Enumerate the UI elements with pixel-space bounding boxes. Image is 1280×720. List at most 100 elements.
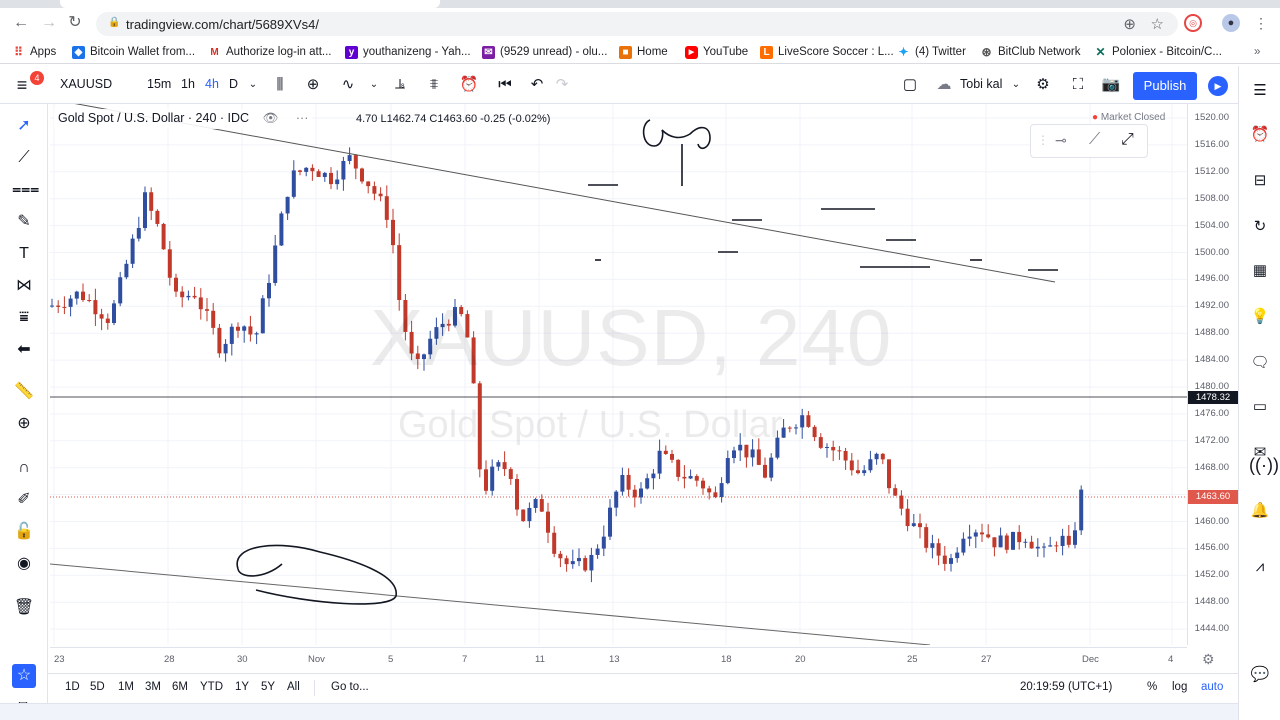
chevron-down-icon[interactable]: ⌄ — [364, 75, 384, 95]
range-5y[interactable]: 5Y — [261, 681, 275, 693]
bookmark-star-icon[interactable]: ☆ — [1151, 15, 1164, 33]
range-6m[interactable]: 6M — [172, 681, 188, 693]
bookmark-home[interactable]: ■ Home — [619, 44, 668, 60]
candles-icon[interactable]: ⫼ — [270, 75, 290, 95]
templates-icon[interactable]: ⩨ — [424, 75, 444, 95]
financials-icon[interactable]: ⫡ — [390, 75, 410, 95]
interval-d[interactable]: D — [229, 77, 238, 91]
address-bar[interactable]: 🔒 tradingview.com/chart/5689XVs4/ ⊕ ☆ — [96, 12, 1178, 36]
calendar-icon[interactable]: ▦ — [1249, 260, 1271, 282]
drag-handle-icon[interactable]: ⋮ — [1037, 133, 1049, 147]
compare-plus-icon[interactable]: ⊕ — [303, 75, 323, 95]
legend-title[interactable]: Gold Spot / U.S. Dollar · 240 · IDC — [58, 111, 249, 125]
active-tab[interactable] — [60, 0, 440, 8]
chart-settings-gear-icon[interactable]: ⚙ — [1202, 651, 1215, 668]
forward-icon[interactable]: → — [40, 14, 58, 32]
ruler-icon[interactable]: 📏 — [12, 380, 36, 404]
cursor-icon[interactable]: ➚ — [12, 114, 36, 138]
bookmark-apps[interactable]: ⠿ Apps — [12, 44, 56, 60]
extension-icon[interactable]: ◎ — [1184, 14, 1202, 32]
bookmark-twitter[interactable]: ✦ (4) Twitter — [897, 44, 965, 60]
price-axis[interactable]: 1520.00 1516.00 1512.00 1508.00 1504.00 1500.… — [1187, 104, 1238, 645]
favorites-star-icon[interactable]: ☆ — [12, 664, 36, 688]
brush-icon[interactable]: ✎ — [12, 210, 36, 234]
range-1d[interactable]: 1D — [65, 681, 80, 693]
legend-more-icon[interactable]: ··· — [296, 111, 309, 125]
collapse-arrow-icon[interactable]: ⬅ — [12, 338, 36, 362]
trash-icon[interactable]: 🗑 — [12, 596, 36, 620]
streams-icon[interactable]: ▭ — [1249, 396, 1271, 418]
bookmark-bitclub[interactable]: ⊛ BitClub Network — [980, 44, 1080, 60]
hamburger-menu-icon[interactable]: ≡ — [12, 75, 32, 95]
text-icon[interactable]: T — [12, 242, 36, 266]
order-panel-icon[interactable]: ⩘ — [1249, 556, 1271, 578]
time-axis[interactable]: 23 28 30 Nov 5 7 11 13 18 20 25 27 Dec 4 — [50, 647, 1187, 671]
chevron-down-icon[interactable]: ⌄ — [243, 75, 263, 95]
fib-icon[interactable]: ⩶ — [12, 178, 39, 202]
pattern-icon[interactable]: ⋈ — [12, 274, 36, 298]
hotlists-icon[interactable]: ↻ — [1249, 216, 1271, 238]
profile-avatar[interactable]: ● — [1222, 14, 1240, 32]
chevron-down-icon[interactable]: ⌄ — [1006, 75, 1026, 95]
back-icon[interactable]: ← — [12, 14, 30, 32]
chats-icon[interactable]: 🗨 — [1249, 352, 1271, 374]
bookmark-gmail[interactable]: M Authorize log-in att... — [208, 44, 331, 60]
symbol-search[interactable]: XAUUSD — [60, 77, 112, 91]
alerts-clock-icon[interactable]: ⏰ — [1249, 124, 1271, 146]
goto-date-button[interactable]: Go to... — [331, 681, 369, 693]
fullscreen-icon[interactable]: ⛶ — [1068, 75, 1088, 95]
bookmark-bitcoin-wallet[interactable]: ◆ Bitcoin Wallet from... — [72, 44, 195, 60]
redo-icon[interactable]: ↷ — [552, 75, 572, 95]
trend-line-icon[interactable]: ⟋ — [12, 146, 36, 170]
bookmark-yahoo[interactable]: y youthanizeng - Yah... — [345, 44, 471, 60]
bookmark-mail[interactable]: ✉ (9529 unread) - olu... — [482, 44, 607, 60]
bookmarks-overflow-icon[interactable]: » — [1254, 44, 1260, 60]
help-chat-icon[interactable]: 💬 — [1249, 664, 1271, 686]
percent-scale-toggle[interactable]: % — [1147, 681, 1157, 693]
publish-button[interactable]: Publish — [1133, 72, 1197, 100]
indicators-icon[interactable]: ∿ — [338, 75, 358, 95]
legend-eye-icon[interactable]: 👁 — [263, 111, 279, 126]
notifications-bell-icon[interactable]: 🔔 — [1249, 500, 1271, 522]
auto-scale-toggle[interactable]: auto — [1201, 681, 1223, 693]
alert-icon[interactable]: ⏰ — [459, 75, 479, 95]
fullscreen-layout-icon[interactable]: ▢ — [900, 75, 920, 95]
interval-15m[interactable]: 15m — [147, 77, 171, 91]
line-tool-icon[interactable]: ⟋ — [1089, 131, 1100, 149]
settings-gear-icon[interactable]: ⚙ — [1033, 75, 1053, 95]
zoom-icon[interactable]: ⊕ — [1123, 15, 1136, 33]
range-ytd[interactable]: YTD — [200, 681, 223, 693]
range-1m[interactable]: 1M — [118, 681, 134, 693]
divider — [314, 680, 315, 696]
prediction-icon[interactable]: ⩸ — [12, 306, 36, 330]
bookmark-youtube[interactable]: ▶ YouTube — [685, 44, 748, 60]
range-all[interactable]: All — [287, 681, 300, 693]
browser-menu-icon[interactable]: ⋮ — [1252, 14, 1270, 32]
layout-name[interactable]: Tobi kal — [960, 77, 1002, 91]
keep-drawing-icon[interactable]: ✐ — [12, 488, 36, 512]
magnet-icon[interactable]: ∩ — [12, 456, 36, 480]
interval-4h[interactable]: 4h — [205, 77, 219, 91]
ideas-bulb-icon[interactable]: 💡 — [1249, 306, 1271, 328]
range-3m[interactable]: 3M — [145, 681, 161, 693]
reload-icon[interactable]: ↻ — [66, 14, 84, 32]
clock-timezone[interactable]: 20:19:59 (UTC+1) — [1020, 681, 1112, 693]
signal-icon[interactable]: ((·)) — [1249, 454, 1279, 476]
bookmark-livescore[interactable]: L LiveScore Soccer : L... — [760, 44, 894, 60]
undo-icon[interactable]: ↶ — [527, 75, 547, 95]
play-icon[interactable]: ▶ — [1208, 76, 1228, 96]
data-window-icon[interactable]: ⊟ — [1249, 170, 1271, 192]
snapshot-camera-icon[interactable]: 📷 — [1101, 75, 1121, 95]
interval-1h[interactable]: 1h — [181, 77, 195, 91]
zoom-in-icon[interactable]: ⊕ — [12, 412, 36, 436]
lock-drawings-icon[interactable]: 🔓 — [12, 520, 36, 544]
extended-line-icon[interactable]: ⤢ — [1121, 131, 1134, 149]
watchlist-icon[interactable]: ☰ — [1249, 80, 1271, 102]
bookmark-poloniex[interactable]: ✕ Poloniex - Bitcoin/C... — [1094, 44, 1221, 60]
range-5d[interactable]: 5D — [90, 681, 105, 693]
log-scale-toggle[interactable]: log — [1172, 681, 1187, 693]
horizontal-ray-icon[interactable]: ⊸ — [1055, 132, 1067, 149]
range-1y[interactable]: 1Y — [235, 681, 249, 693]
eye-icon[interactable]: ◉ — [12, 552, 36, 576]
replay-icon[interactable]: ⏮ — [495, 75, 515, 95]
